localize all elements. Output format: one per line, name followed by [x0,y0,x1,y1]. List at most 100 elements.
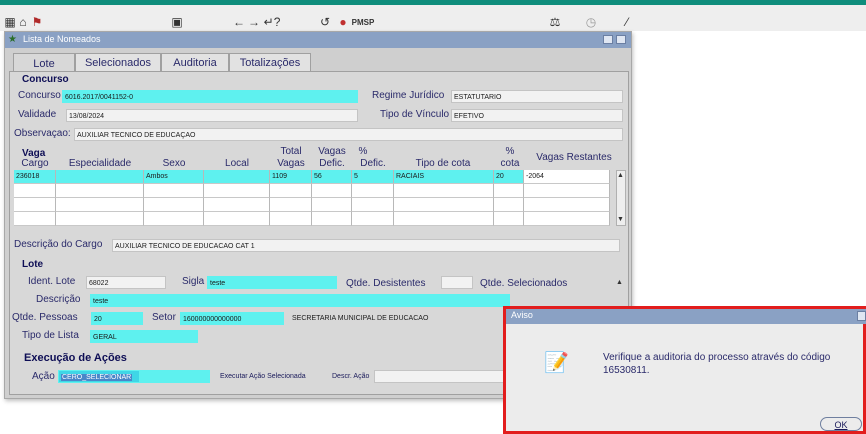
tab-auditoria[interactable]: Auditoria [161,53,229,72]
home-icon[interactable]: ⌂ [17,14,29,30]
table-cell[interactable] [352,212,394,226]
table-cell[interactable] [394,212,494,226]
selecionados-label: Qtde. Selecionados [480,278,568,289]
table-cell[interactable] [494,212,524,226]
dialog-title: Aviso [511,310,533,320]
observacao-field[interactable]: AUXILIAR TECNICO DE EDUCAÇAO [74,128,623,141]
acao-field-extension[interactable] [140,370,210,383]
table-cell[interactable]: 5 [352,170,394,184]
table-cell[interactable] [204,170,270,184]
sigla-label: Sigla [182,276,205,287]
window-titlebar: ★ Lista de Nomeados [5,32,631,48]
table-cell[interactable]: Ambos [144,170,204,184]
table-cell[interactable] [14,198,56,212]
save-icon[interactable]: ▦ [4,14,16,30]
tab-totalizacoes[interactable]: Totalizações [229,53,311,72]
executar-acao-button[interactable]: Executar Ação Selecionada [220,373,306,380]
tab-bar: Lote Selecionados Auditoria Totalizações [5,53,631,74]
table-cell[interactable] [270,198,312,212]
concurso-field[interactable]: 6016.2017/0041152-0 [62,90,358,103]
table-cell[interactable] [204,184,270,198]
table-cell[interactable] [312,212,352,226]
table-cell[interactable]: 236018 [14,170,56,184]
pessoas-label: Qtde. Pessoas [12,312,78,323]
scales-icon[interactable]: ⚖ [548,14,562,30]
tipo-vinculo-label: Tipo de Vínculo [380,109,450,120]
descr-acao-field[interactable] [374,370,514,383]
table-cell[interactable]: 56 [312,170,352,184]
table-cell[interactable] [56,184,144,198]
restore-icon[interactable] [616,35,626,44]
table-cell[interactable] [524,184,610,198]
acao-label: Ação [32,371,55,382]
table-cell[interactable] [270,184,312,198]
table-cell[interactable]: RACIAIS [394,170,494,184]
aviso-dialog: Aviso 📝 Verifique a auditoria do process… [503,306,866,434]
table-cell[interactable] [352,184,394,198]
calculator-icon[interactable]: ▣ [170,14,184,30]
execucao-section-title: Execução de Ações [24,352,127,364]
observacao-label: Observaçao: [14,128,71,139]
col-total-top: Total [280,146,302,157]
help-icon[interactable]: ↵? [264,14,281,30]
table-cell[interactable] [144,184,204,198]
table-cell[interactable] [494,184,524,198]
tipo-vinculo-field[interactable]: EFETIVO [451,109,623,122]
table-cell[interactable] [204,198,270,212]
desistentes-field[interactable] [441,276,473,289]
ident-lote-field[interactable]: 68022 [86,276,166,289]
table-cell[interactable] [494,198,524,212]
refresh-icon[interactable]: ↺ [318,14,332,30]
sigla-field[interactable]: teste [207,276,337,289]
table-cell[interactable]: -2064 [524,170,610,184]
table-cell[interactable] [394,184,494,198]
desistentes-label: Qtde. Desistentes [346,278,426,289]
col-pct-top: % [358,146,368,157]
scroll-down-icon[interactable]: ▼ [617,216,624,223]
arrow-left-icon[interactable]: ← [232,14,246,30]
ok-button[interactable]: OK [820,417,862,431]
descricao-cargo-field[interactable]: AUXILIAR TECNICO DE EDUCACAO CAT 1 [112,239,620,252]
dialog-message-line1: Verifique a auditoria do processo atravé… [603,352,831,363]
acao-field[interactable]: CERO_SELECIONAR [58,370,140,383]
table-cell[interactable] [270,212,312,226]
table-cell[interactable] [312,198,352,212]
table-cell[interactable] [352,198,394,212]
table-cell[interactable]: 20 [494,170,524,184]
key-icon[interactable]: ⚑ [30,14,44,30]
arrow-right-icon[interactable]: → [247,14,261,30]
lote-descricao-label: Descrição [36,294,81,305]
validade-field[interactable]: 13/08/2024 [66,109,358,122]
setor-nome: SECRETARIA MUNICIPAL DE EDUCACAO [292,315,429,322]
col-vagas-top: Vagas [318,146,346,157]
concurso-section-title: Concurso [22,74,69,85]
overflow-icon[interactable]: ⁄ [622,14,632,30]
table-cell[interactable] [394,198,494,212]
table-cell[interactable] [524,212,610,226]
table-cell[interactable] [144,212,204,226]
table-cell[interactable] [14,212,56,226]
lote-scroll-up-icon[interactable]: ▲ [616,279,626,289]
circle-icon[interactable]: ● [336,14,350,30]
tab-selecionados[interactable]: Selecionados [75,53,161,72]
minimize-icon[interactable] [603,35,613,44]
setor-field[interactable]: 160000000000000 [180,312,284,325]
table-cell[interactable] [144,198,204,212]
table-cell[interactable] [204,212,270,226]
table-cell[interactable] [56,212,144,226]
app-icon: ★ [8,34,17,45]
col-especialidade: Especialidade [68,158,132,169]
table-cell[interactable] [312,184,352,198]
regime-field[interactable]: ESTATUTARIO [451,90,623,103]
table-cell[interactable] [56,170,144,184]
lote-descricao-field[interactable]: teste [90,294,510,307]
tipo-lista-field[interactable]: GERAL [90,330,198,343]
scroll-up-icon[interactable]: ▲ [617,172,624,179]
table-cell[interactable] [14,184,56,198]
pessoas-field[interactable]: 20 [91,312,143,325]
dialog-close-icon[interactable] [857,311,866,321]
table-cell[interactable]: 1109 [270,170,312,184]
clock-icon[interactable]: ◷ [584,14,598,30]
table-cell[interactable] [56,198,144,212]
table-cell[interactable] [524,198,610,212]
